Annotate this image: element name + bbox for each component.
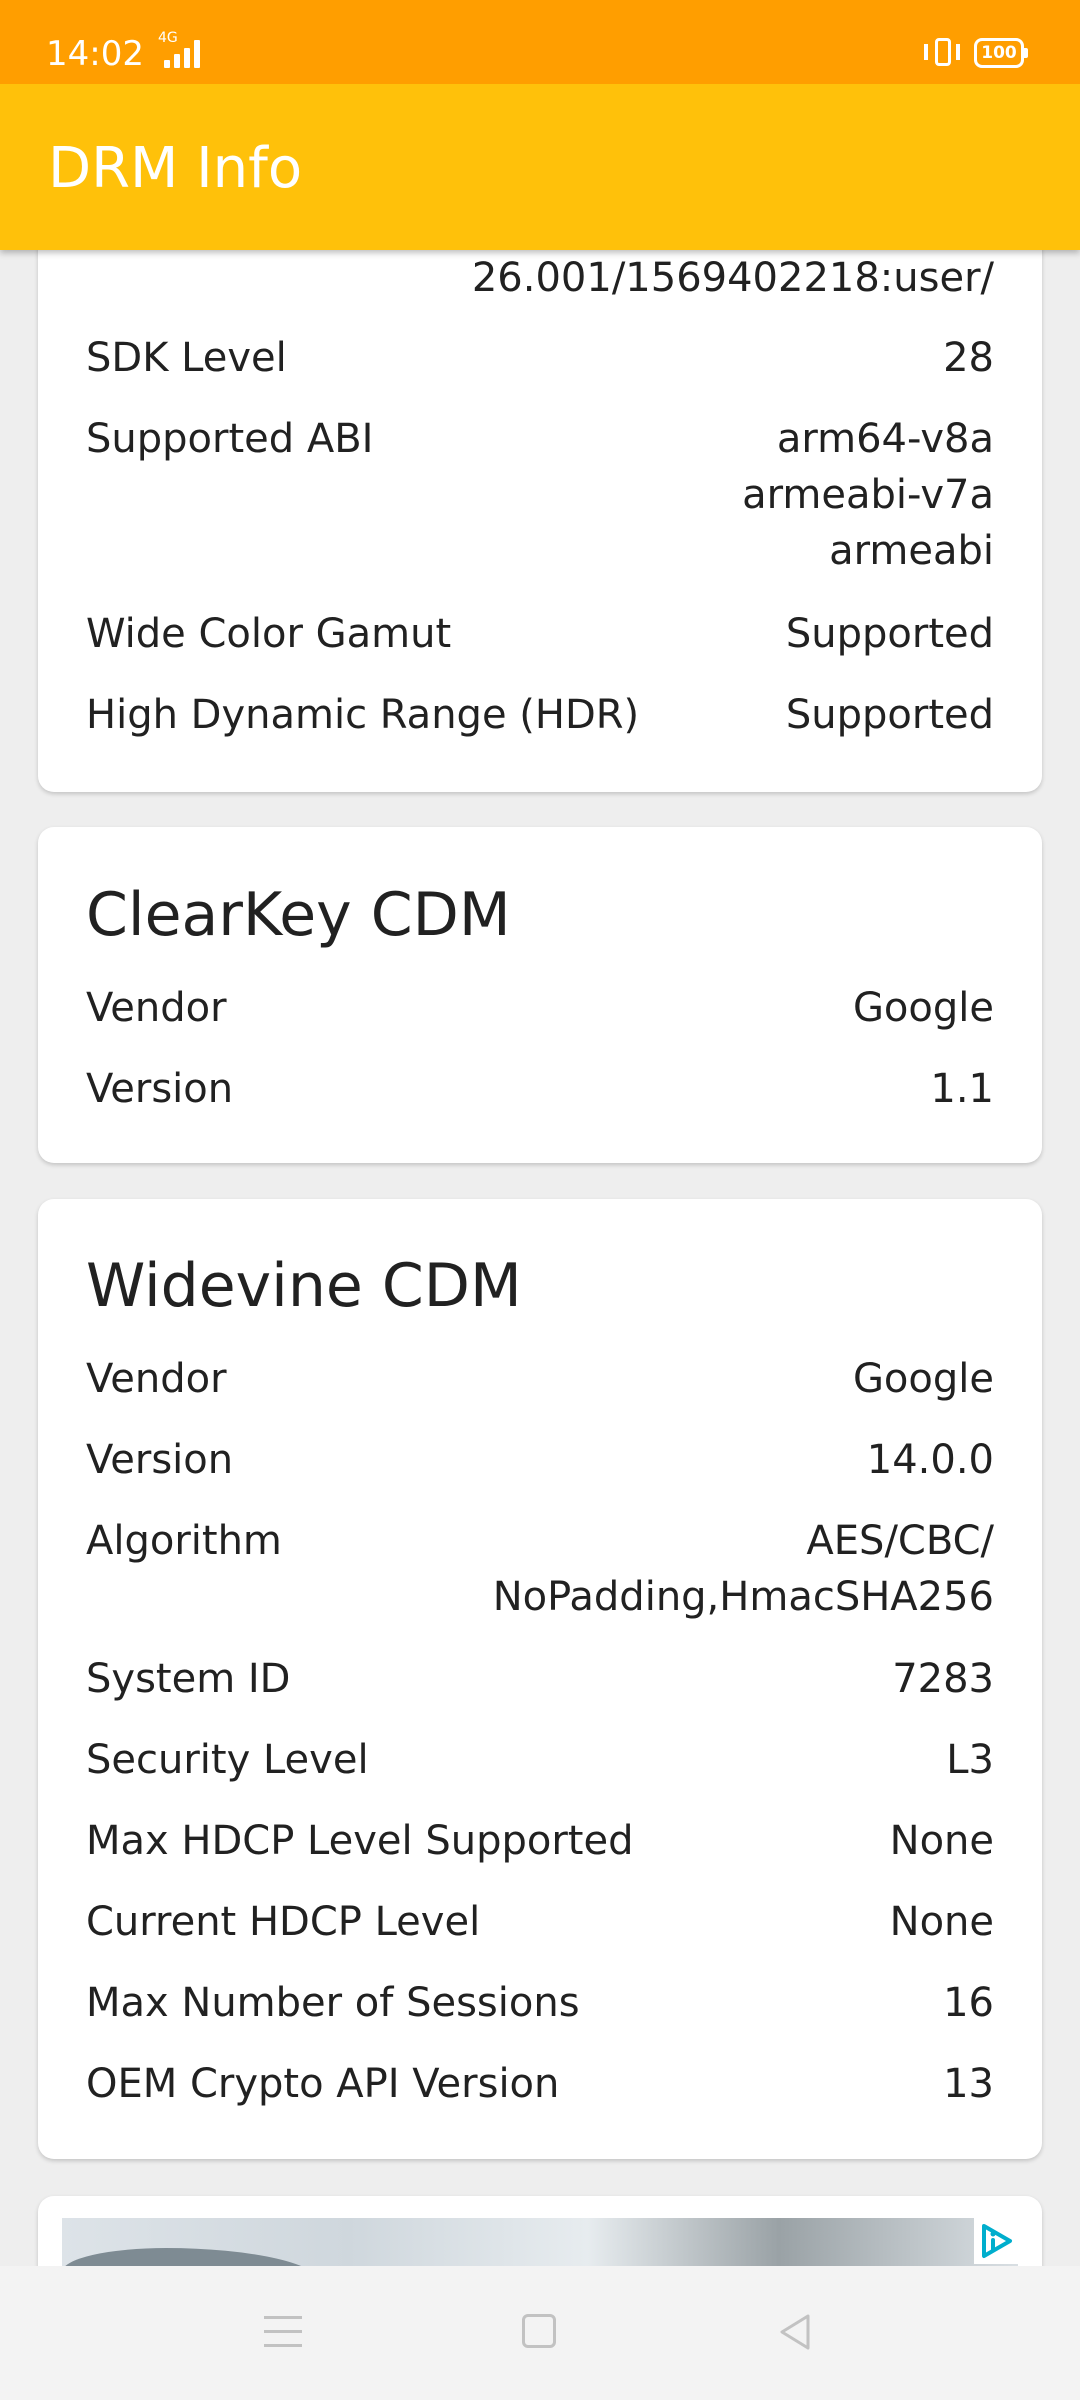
info-value: Supported [785, 611, 994, 657]
info-key: OEM Crypto API Version [86, 2061, 560, 2107]
ad-banner[interactable] [38, 2196, 1042, 2266]
info-key: High Dynamic Range (HDR) [86, 692, 640, 738]
back-icon[interactable] [776, 2312, 816, 2352]
battery-icon: 100 [974, 38, 1028, 68]
info-value: None [889, 1899, 994, 1945]
info-value: 26.001/1569402218:user/ [471, 255, 994, 301]
app-bar: DRM Info [0, 84, 1080, 250]
info-value: 7283 [892, 1656, 994, 1702]
info-key: Max HDCP Level Supported [86, 1818, 634, 1864]
info-value: Supported [785, 692, 994, 738]
info-value: Google [852, 1356, 994, 1402]
info-key: Wide Color Gamut [86, 611, 452, 657]
info-value: AES/CBC/ NoPadding,HmacSHA256 [492, 1518, 994, 1620]
status-bar: 14:02 4G 100 [0, 0, 1080, 84]
info-key: SDK Level [86, 335, 287, 381]
info-key: Algorithm [86, 1518, 282, 1564]
info-key: Version [86, 1066, 234, 1112]
card-title: Widevine CDM [86, 1251, 522, 1321]
info-key: Current HDCP Level [86, 1899, 481, 1945]
navigation-bar [0, 2266, 1080, 2400]
info-value: None [889, 1818, 994, 1864]
signal-icon: 4G [158, 30, 210, 70]
ad-choices-icon[interactable] [974, 2218, 1020, 2264]
card-title: ClearKey CDM [86, 880, 511, 950]
vibrate-icon [924, 38, 964, 70]
info-key: Supported ABI [86, 416, 374, 462]
scroll-content[interactable]: 26.001/1569402218:user/ SDK Level 28 Sup… [0, 0, 1080, 2266]
app-title: DRM Info [48, 136, 303, 201]
info-value: 16 [943, 1980, 994, 2026]
info-key: Max Number of Sessions [86, 1980, 580, 2026]
info-value: 28 [943, 335, 994, 381]
status-time: 14:02 [46, 34, 144, 74]
battery-level: 100 [981, 43, 1017, 63]
clearkey-cdm-card: ClearKey CDM Vendor Google Version 1.1 [38, 827, 1042, 1163]
info-key: Vendor [86, 985, 227, 1031]
info-value: arm64-v8a armeabi-v7a armeabi [742, 416, 994, 574]
home-icon[interactable] [522, 2314, 556, 2348]
info-key: System ID [86, 1656, 291, 1702]
info-key: Security Level [86, 1737, 369, 1783]
widevine-cdm-card: Widevine CDM Vendor Google Version 14.0.… [38, 1199, 1042, 2159]
menu-icon[interactable] [264, 2316, 302, 2348]
info-value: 13 [943, 2061, 994, 2107]
device-info-card: 26.001/1569402218:user/ SDK Level 28 Sup… [38, 180, 1042, 792]
info-value: 1.1 [930, 1066, 994, 1112]
info-key: Vendor [86, 1356, 227, 1402]
network-type: 4G [158, 30, 178, 46]
info-value: 14.0.0 [866, 1437, 994, 1483]
info-value: Google [852, 985, 994, 1031]
info-value: L3 [946, 1737, 994, 1783]
info-key: Version [86, 1437, 234, 1483]
